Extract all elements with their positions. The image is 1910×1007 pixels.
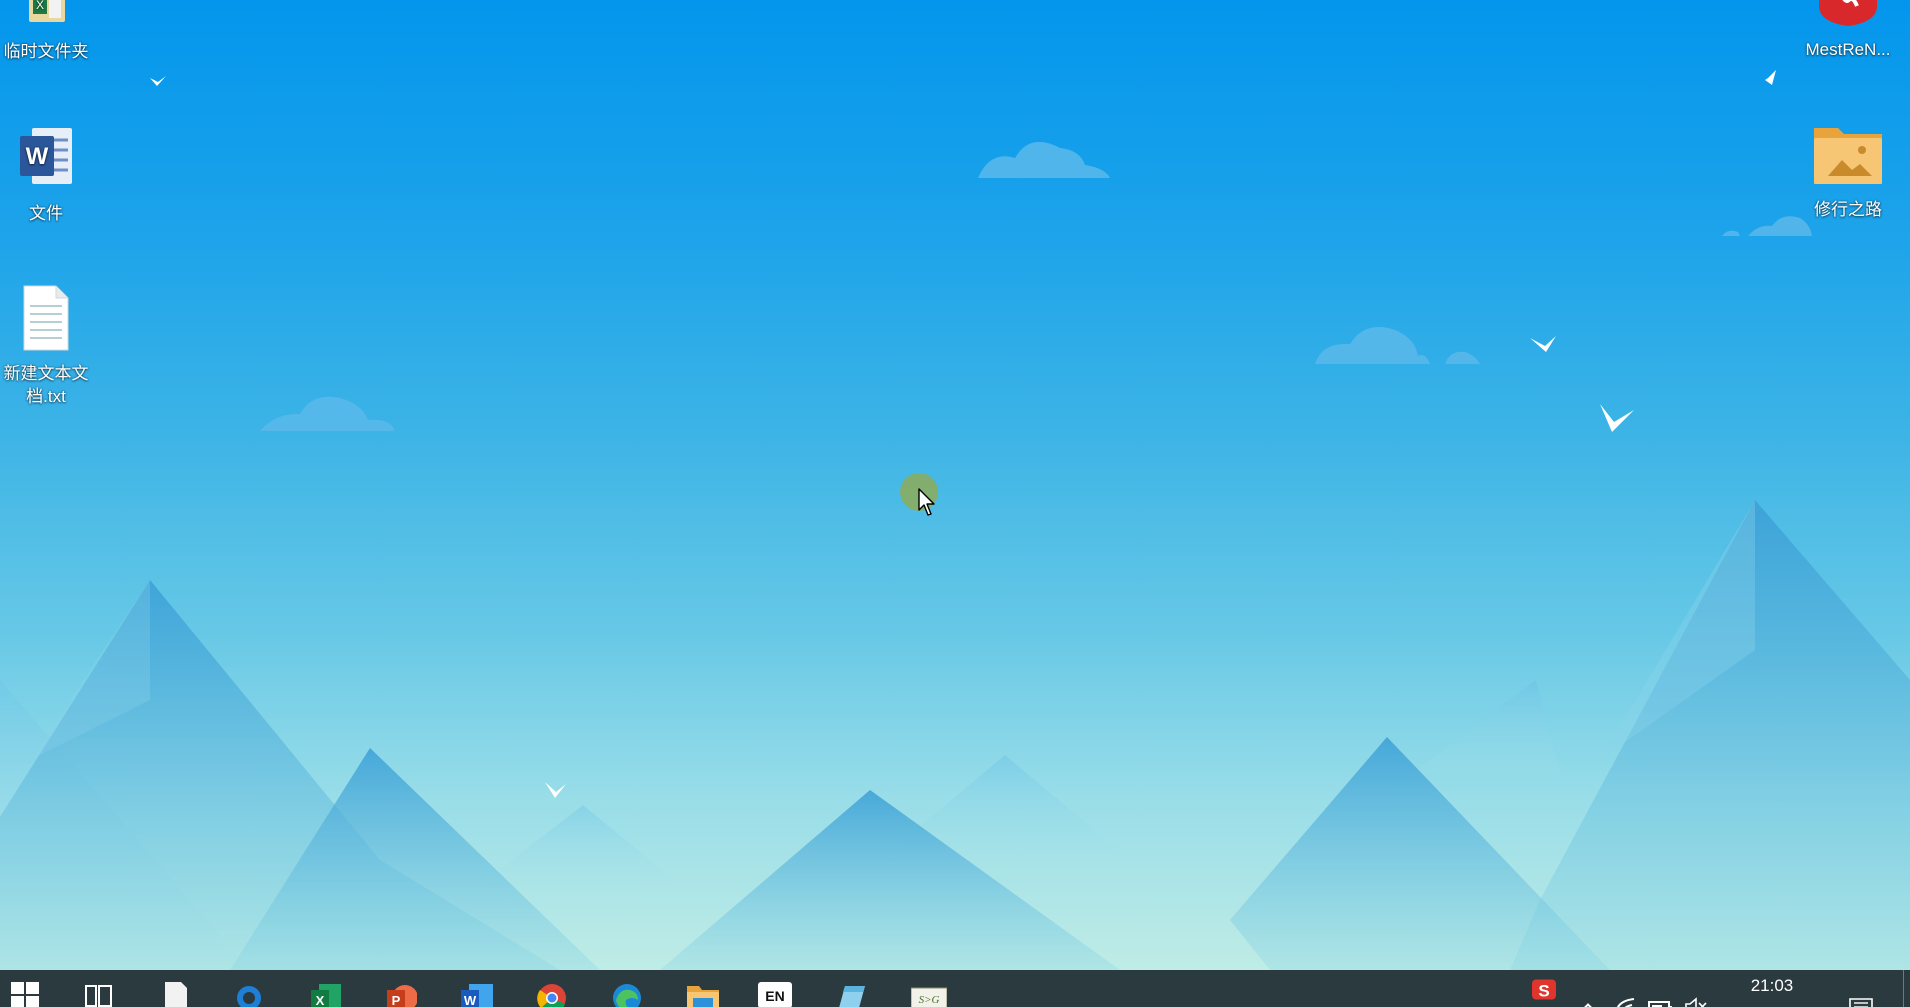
svg-app-label: S>G bbox=[919, 994, 940, 1006]
taskbar-clock[interactable]: 21:03 bbox=[1730, 976, 1814, 996]
powerpoint-button[interactable]: P bbox=[378, 970, 424, 1007]
windows-logo-icon bbox=[11, 982, 39, 1007]
word-icon: W bbox=[461, 984, 493, 1007]
cloud bbox=[260, 396, 395, 431]
chrome-icon bbox=[537, 984, 566, 1007]
chrome-button[interactable] bbox=[528, 970, 574, 1007]
volume-muted-icon[interactable] bbox=[1684, 988, 1708, 1007]
app-button[interactable] bbox=[826, 970, 872, 1007]
edge-icon bbox=[613, 984, 641, 1007]
desktop-icon-picture-folder[interactable]: 修行之路 bbox=[1790, 124, 1906, 221]
icon-label: MestReN... bbox=[1805, 40, 1891, 59]
folder-icon bbox=[687, 986, 719, 1007]
svg-text:P: P bbox=[392, 993, 401, 1007]
cloud bbox=[1315, 327, 1480, 364]
svg-app-icon: S>G bbox=[911, 987, 947, 1007]
mountain bbox=[1510, 500, 1910, 970]
icon-label: 修行之路 bbox=[1814, 200, 1882, 219]
pen-app-icon bbox=[839, 986, 865, 1007]
desktop-icon-word-file[interactable]: W 文件 bbox=[0, 124, 94, 225]
language-button[interactable]: EN bbox=[750, 970, 796, 1007]
svg-app-button[interactable]: S>G bbox=[902, 970, 948, 1007]
show-desktop-button[interactable] bbox=[1903, 970, 1910, 1007]
search-app-button[interactable] bbox=[226, 970, 272, 1007]
desktop[interactable]: X 临时文件夹 W 文件 新建文本文档.txt MestReN... 修行之路 bbox=[0, 0, 1910, 970]
svg-text:S: S bbox=[1538, 982, 1549, 1001]
powerpoint-icon: P bbox=[387, 985, 417, 1007]
desktop-icon-temp-folder[interactable]: X 临时文件夹 bbox=[0, 0, 94, 63]
excel-button[interactable]: X bbox=[302, 970, 348, 1007]
folder-excel-icon: X bbox=[29, 0, 65, 22]
wallpaper bbox=[0, 70, 1910, 970]
svg-text:X: X bbox=[36, 0, 44, 12]
notepad-button[interactable] bbox=[152, 970, 198, 1007]
chevron-up-icon[interactable] bbox=[1578, 990, 1598, 1007]
icon-label: 新建文本文档.txt bbox=[3, 364, 89, 406]
picture-folder-icon bbox=[1814, 128, 1882, 184]
sogou-ime-icon[interactable]: S bbox=[1530, 972, 1560, 1007]
file-explorer-button[interactable] bbox=[678, 970, 724, 1007]
text-document-icon bbox=[23, 285, 69, 351]
notification-icon[interactable] bbox=[1848, 988, 1874, 1007]
language-indicator: EN bbox=[758, 982, 792, 1007]
taskbar: X P W EN S>G S 21:03 bbox=[0, 970, 1910, 1007]
word-document-icon: W bbox=[20, 128, 72, 184]
task-view-icon bbox=[85, 985, 112, 1007]
excel-icon: X bbox=[311, 984, 341, 1007]
wifi-icon[interactable] bbox=[1614, 988, 1636, 1007]
word-button[interactable]: W bbox=[452, 970, 498, 1007]
mouse-pointer-icon bbox=[918, 488, 935, 516]
start-button[interactable] bbox=[2, 970, 48, 1007]
desktop-icon-new-text-doc[interactable]: 新建文本文档.txt bbox=[0, 284, 94, 408]
icon-label: 临时文件夹 bbox=[3, 42, 89, 61]
search-circle-icon bbox=[237, 986, 261, 1007]
cloud bbox=[978, 141, 1110, 178]
icon-label: 文件 bbox=[29, 204, 63, 223]
task-view-button[interactable] bbox=[76, 970, 122, 1007]
edge-button[interactable] bbox=[603, 970, 649, 1007]
battery-icon[interactable] bbox=[1648, 990, 1674, 1007]
notepad-icon bbox=[165, 982, 187, 1007]
desktop-icon-mestrenova[interactable]: MestReN... bbox=[1790, 0, 1906, 61]
svg-text:X: X bbox=[316, 993, 325, 1007]
svg-text:W: W bbox=[26, 143, 49, 170]
svg-text:W: W bbox=[464, 993, 477, 1007]
mestrenova-app-icon bbox=[1819, 0, 1877, 26]
